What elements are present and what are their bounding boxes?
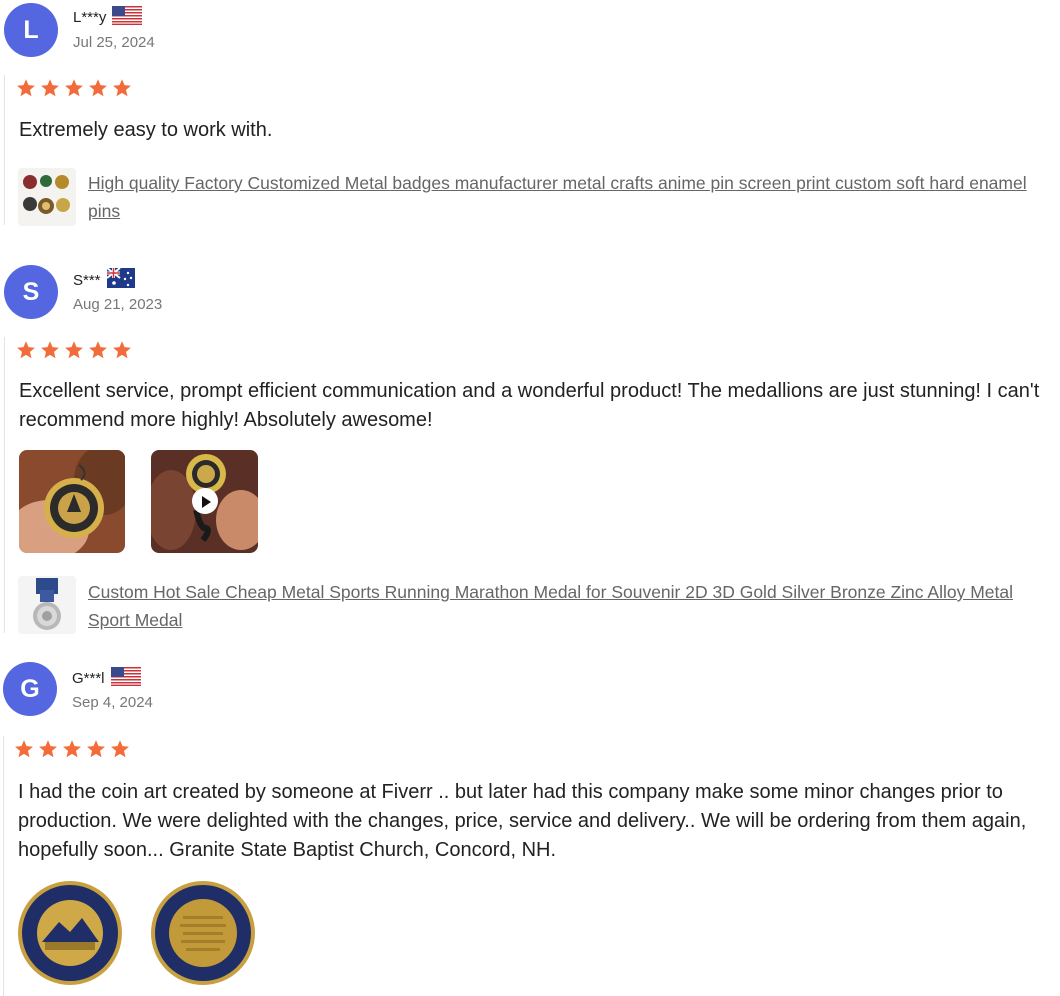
us-flag-icon	[112, 6, 143, 29]
review-divider	[4, 337, 5, 633]
star-icon	[39, 740, 57, 758]
star-icon	[17, 79, 35, 97]
avatar: L	[4, 3, 58, 57]
star-icon	[65, 79, 83, 97]
review-text: Excellent service, prompt efficient comm…	[19, 380, 1040, 431]
play-icon[interactable]	[192, 489, 218, 515]
review-date: Aug 21, 2023	[73, 296, 163, 313]
product-thumbnail[interactable]	[18, 168, 76, 226]
review-date: Sep 4, 2024	[72, 694, 153, 711]
star-icon	[113, 79, 131, 97]
avatar: G	[3, 662, 57, 716]
product-thumbnail[interactable]	[18, 576, 76, 634]
review-photo[interactable]	[19, 450, 125, 553]
star-icon	[87, 740, 105, 758]
au-flag-icon	[105, 267, 135, 292]
star-icon	[17, 341, 35, 359]
star-icon	[89, 341, 107, 359]
review-text: Extremely easy to work with.	[19, 119, 273, 141]
reviewer-name: G***l	[72, 667, 141, 690]
us-flag-icon	[110, 667, 141, 690]
star-icon	[65, 341, 83, 359]
star-icon	[113, 341, 131, 359]
review-divider	[4, 75, 5, 225]
review-text: I had the coin art created by someone at…	[18, 781, 1027, 861]
star-rating	[16, 78, 136, 98]
star-rating	[16, 340, 136, 360]
avatar: S	[4, 265, 58, 319]
star-icon	[111, 740, 129, 758]
review-divider	[3, 736, 4, 996]
star-icon	[41, 79, 59, 97]
reviewer-name: S***	[73, 267, 135, 292]
review-photo[interactable]	[150, 880, 256, 986]
review-photo[interactable]	[17, 880, 123, 986]
product-link[interactable]: High quality Factory Customized Metal ba…	[88, 169, 1053, 225]
star-icon	[15, 740, 33, 758]
reviewer-name: L***y	[73, 6, 143, 29]
star-icon	[41, 341, 59, 359]
star-icon	[63, 740, 81, 758]
star-icon	[89, 79, 107, 97]
product-link[interactable]: Custom Hot Sale Cheap Metal Sports Runni…	[88, 578, 1053, 634]
star-rating	[14, 739, 134, 759]
review-video[interactable]	[151, 450, 258, 553]
review-date: Jul 25, 2024	[73, 34, 155, 51]
